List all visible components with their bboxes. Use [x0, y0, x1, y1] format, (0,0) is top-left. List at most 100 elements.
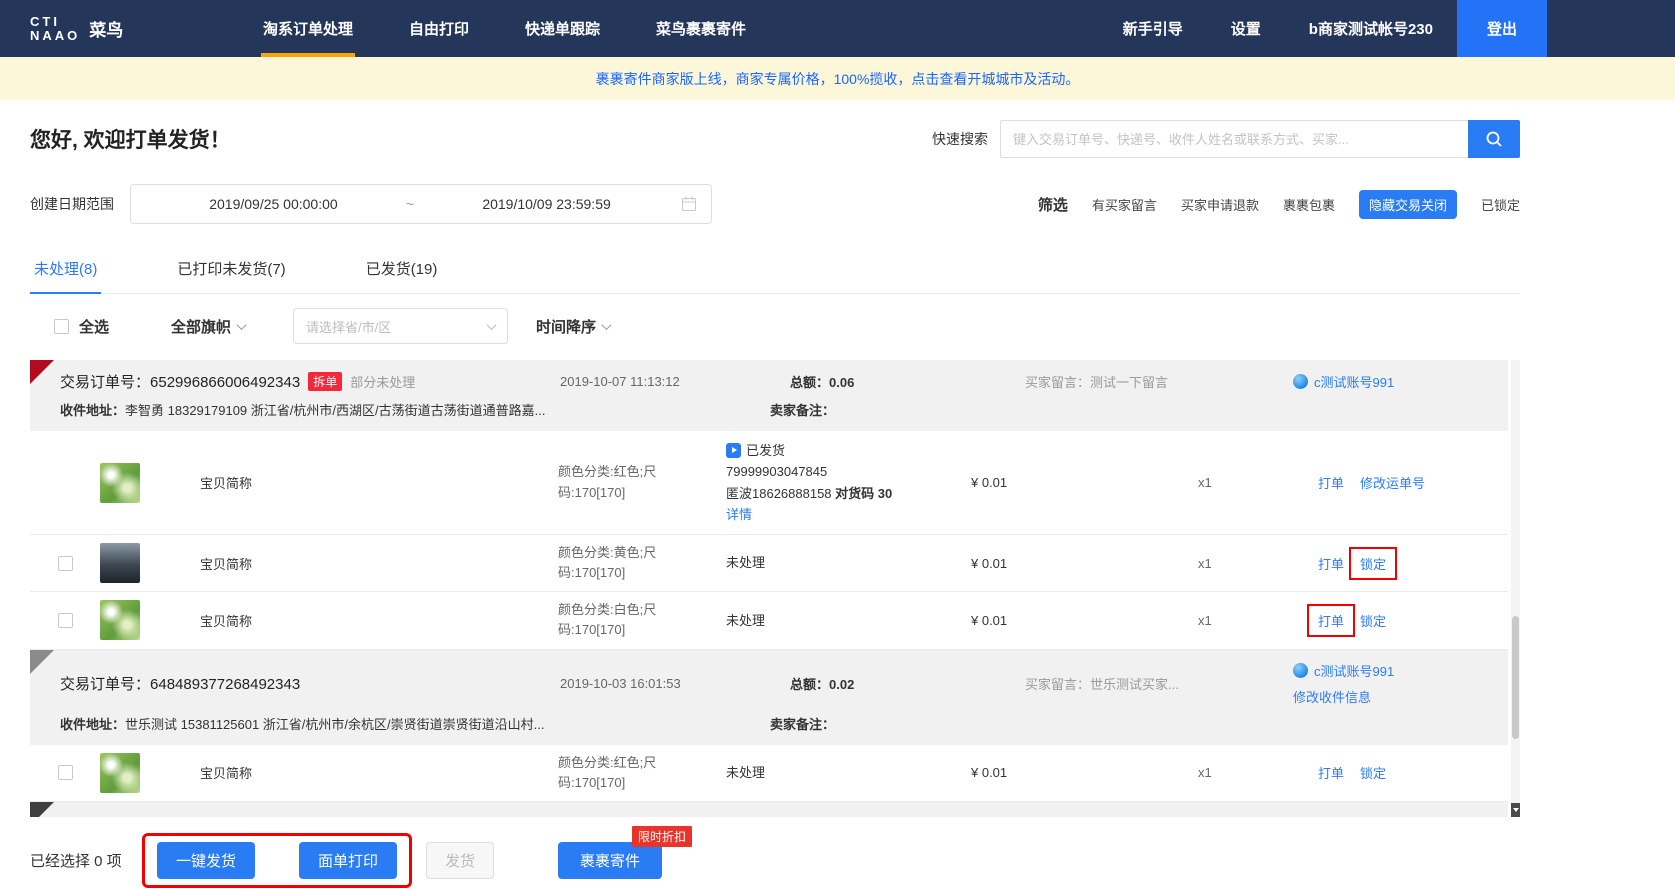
lock-link-annotated[interactable]: 锁定: [1349, 547, 1397, 580]
scrollbar-down-icon[interactable]: [1511, 803, 1520, 817]
select-all-checkbox[interactable]: [54, 319, 69, 334]
one-key-ship-button[interactable]: 一键发货: [157, 842, 255, 879]
shipped-icon: [726, 443, 741, 458]
search-input[interactable]: [1000, 120, 1468, 158]
order-total: 总额：0.06: [790, 372, 1025, 391]
seller-note-label: 卖家备注：: [770, 714, 835, 733]
order-table: 交易订单号：652996866006492343 拆单 部分未处理 2019-1…: [30, 360, 1520, 817]
order-flag-icon: [30, 802, 54, 817]
top-navbar: CTI NAAO 菜鸟 淘系订单处理 自由打印 快递单跟踪 菜鸟裹裹寄件 新手引…: [0, 0, 1675, 57]
item-checkbox[interactable]: [58, 765, 73, 780]
region-select[interactable]: 请选择省/市/区: [293, 308, 508, 344]
order-flag-icon[interactable]: [30, 650, 54, 674]
order-item-row: 宝贝简称 颜色分类:黄色;尺码:170[170] 未处理 ¥ 0.01 x1 打…: [30, 535, 1508, 592]
nav-tab-taoxi-orders[interactable]: 淘系订单处理: [235, 0, 381, 57]
navbar-right: 新手引导 设置 b商家测试帐号230 登出: [1099, 0, 1675, 57]
buyer-account-name: c测试账号991: [1314, 661, 1394, 680]
nav-tab-guoguo-shipping[interactable]: 菜鸟裹裹寄件: [628, 0, 774, 57]
lock-link[interactable]: 锁定: [1360, 611, 1386, 630]
order-group-header-partial: [30, 802, 1508, 817]
item-price: ¥ 0.01: [941, 556, 1091, 571]
calendar-icon[interactable]: [681, 196, 697, 212]
date-range-label: 创建日期范围: [30, 194, 114, 214]
date-tilde: ~: [402, 196, 418, 212]
lock-link[interactable]: 锁定: [1360, 763, 1386, 782]
list-toolbar: 全选 全部旗帜 请选择省/市/区 时间降序: [30, 294, 1520, 356]
filter-hide-closed[interactable]: 隐藏交易关闭: [1359, 190, 1457, 219]
table-scrollbar[interactable]: [1511, 360, 1520, 817]
selected-count: 已经选择 0 项: [30, 850, 132, 871]
order-status-note: 部分未处理: [350, 372, 415, 391]
guoguo-button-wrap: 限时折扣 裹裹寄件: [558, 842, 662, 879]
tab-printed-not-shipped[interactable]: 已打印未发货(7): [173, 248, 289, 293]
chevron-down-icon: [487, 320, 497, 330]
logo-line2: NAAO: [30, 29, 80, 43]
buyer-account-link[interactable]: c测试账号991: [1293, 372, 1508, 391]
tab-pending[interactable]: 未处理(8): [30, 248, 101, 294]
item-qty: x1: [1198, 613, 1318, 628]
buyer-account-link[interactable]: c测试账号991: [1293, 661, 1508, 680]
order-item-row: 宝贝简称 颜色分类:红色;尺码:170[170] 已发货 79999903047…: [30, 431, 1508, 535]
sort-order-dropdown[interactable]: 时间降序: [536, 316, 610, 337]
print-order-link[interactable]: 打单: [1318, 473, 1344, 492]
tab-shipped[interactable]: 已发货(19): [362, 248, 442, 293]
edit-recipient-link[interactable]: 修改收件信息: [1293, 687, 1508, 706]
promo-banner-link[interactable]: 裹裹寄件商家版上线，商家专属价格，100%揽收，点击查看开城城市及活动。: [596, 69, 1080, 89]
item-price: ¥ 0.01: [941, 765, 1091, 780]
item-status: 未处理: [696, 610, 941, 631]
filter-buyer-message[interactable]: 有买家留言: [1092, 195, 1157, 214]
logout-button[interactable]: 登出: [1457, 0, 1547, 57]
item-qty: x1: [1198, 556, 1318, 571]
tracking-number: 79999903047845: [726, 461, 941, 482]
quick-search-label: 快速搜索: [932, 129, 988, 149]
nav-tab-express-tracking[interactable]: 快递单跟踪: [497, 0, 628, 57]
guoguo-ship-button[interactable]: 裹裹寄件: [558, 842, 662, 879]
filter-locked[interactable]: 已锁定: [1481, 195, 1520, 214]
nav-account[interactable]: b商家测试帐号230: [1285, 0, 1457, 57]
tracking-number-2: 匿波18626888158 对货码 30: [726, 483, 941, 504]
select-all-label: 全选: [79, 316, 109, 337]
product-image: [100, 463, 140, 503]
filter-guoguo-package[interactable]: 裹裹包裹: [1283, 195, 1335, 214]
item-status: 已发货: [746, 440, 785, 461]
order-flag-icon[interactable]: [30, 360, 54, 384]
nav-settings[interactable]: 设置: [1207, 0, 1285, 57]
print-order-link[interactable]: 打单: [1318, 763, 1344, 782]
date-range-picker[interactable]: 2019/09/25 00:00:00 ~ 2019/10/09 23:59:5…: [130, 184, 712, 224]
page-title: 您好, 欢迎打单发货！: [30, 124, 231, 154]
scrollbar-thumb[interactable]: [1512, 616, 1519, 739]
filter-label: 筛选: [1038, 194, 1068, 215]
filter-options: 筛选 有买家留言 买家申请退款 裹裹包裹 隐藏交易关闭 已锁定: [1038, 190, 1520, 219]
date-end-value[interactable]: 2019/10/09 23:59:59: [418, 196, 675, 212]
modify-waybill-link[interactable]: 修改运单号: [1360, 473, 1425, 492]
filter-refund-request[interactable]: 买家申请退款: [1181, 195, 1259, 214]
cainiao-logo: CTI NAAO 菜鸟: [0, 0, 235, 57]
nav-beginner-guide[interactable]: 新手引导: [1099, 0, 1207, 57]
item-checkbox[interactable]: [58, 613, 73, 628]
flag-filter-dropdown[interactable]: 全部旗帜: [171, 316, 245, 337]
order-group-header: 交易订单号：648489377268492343 2019-10-03 16:0…: [30, 650, 1508, 745]
detail-link[interactable]: 详情: [726, 507, 752, 522]
annotation-box: 一键发货 面单打印: [142, 833, 412, 888]
date-start-value[interactable]: 2019/09/25 00:00:00: [145, 196, 402, 212]
print-order-link-annotated[interactable]: 打单: [1307, 604, 1355, 637]
order-created-time: 2019-10-03 16:01:53: [560, 676, 790, 691]
chevron-down-icon: [602, 320, 612, 330]
order-item-row: 宝贝简称 颜色分类:红色;尺码:170[170] 未处理 ¥ 0.01 x1 打…: [30, 745, 1508, 802]
search-button[interactable]: [1468, 120, 1520, 158]
item-checkbox[interactable]: [58, 556, 73, 571]
product-image-cell: [100, 463, 170, 503]
nav-tab-free-print[interactable]: 自由打印: [381, 0, 497, 57]
product-name: 宝贝简称: [170, 554, 528, 573]
filter-row: 创建日期范围 2019/09/25 00:00:00 ~ 2019/10/09 …: [30, 184, 1520, 224]
product-image: [100, 543, 140, 583]
order-item-row: 宝贝简称 颜色分类:白色;尺码:170[170] 未处理 ¥ 0.01 x1 打…: [30, 592, 1508, 649]
order-created-time: 2019-10-07 11:13:12: [560, 374, 790, 389]
ship-button-disabled[interactable]: 发货: [426, 842, 494, 879]
waybill-print-button[interactable]: 面单打印: [299, 842, 397, 879]
buyer-message: 买家留言：世乐测试买家...: [1025, 674, 1293, 693]
print-order-link[interactable]: 打单: [1318, 554, 1344, 573]
limited-discount-badge: 限时折扣: [632, 826, 692, 847]
wangwang-icon: [1293, 663, 1308, 678]
product-image-cell: [100, 543, 170, 583]
